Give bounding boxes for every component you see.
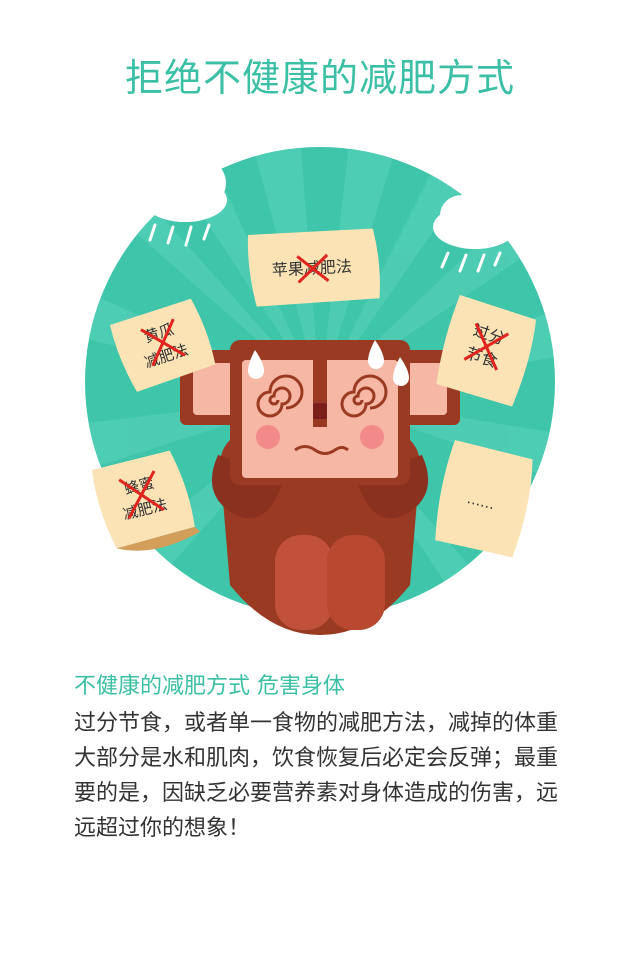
diet-monkey-illustration: 苹果减肥法 黄瓜 减肥法 过分 节食 蜂蜜 减肥法 …… (85, 147, 555, 635)
section-subtitle: 不健康的减肥方式 危害身体 (74, 674, 345, 699)
monkey-leg-left (275, 535, 333, 630)
body-paragraph: 过分节食，或者单一食物的减肥方法，减掉的体重大部分是水和肌肉，饮食恢复后必定会反… (74, 711, 559, 841)
page-title: 拒绝不健康的减肥方式 (124, 56, 515, 100)
monkey-leg-right (327, 535, 385, 630)
paper-apple-diet: 苹果减肥法 (247, 228, 380, 307)
